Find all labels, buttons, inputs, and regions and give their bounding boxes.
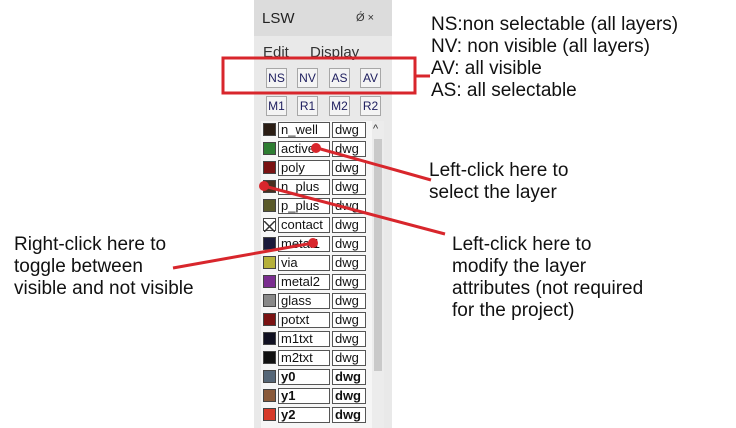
modify-line: modify the layer [452,256,587,277]
legend-line: NV: non visible (all layers) [431,36,650,57]
modify-arrow [263,184,446,236]
select-arrow [316,146,432,182]
toggle-line: visible and not visible [14,278,194,299]
toggle-visibility-annotation: Right-click here to toggle between visib… [14,234,194,300]
modify-line: for the project) [452,300,575,321]
toggle-point [308,238,318,248]
modify-line: Left-click here to [452,234,592,255]
modify-attributes-annotation: Left-click here to modify the layer attr… [452,234,643,322]
legend-line: NS:non selectable (all layers) [431,14,679,35]
buttons-highlight-box [221,56,417,95]
legend-annotation: NS:non selectable (all layers) NV: non v… [431,14,678,102]
toggle-arrow [172,241,314,270]
modify-point [259,181,269,191]
select-point [311,143,321,153]
legend-line: AS: all selectable [431,80,577,101]
select-layer-annotation: Left-click here to select the layer [429,160,568,204]
modify-line: attributes (not required [452,278,644,299]
legend-line: AV: all visible [431,58,542,79]
toggle-line: Right-click here to [14,234,167,255]
toggle-line: toggle between [14,256,143,277]
select-line: select the layer [429,182,557,203]
select-line: Left-click here to [429,160,569,181]
